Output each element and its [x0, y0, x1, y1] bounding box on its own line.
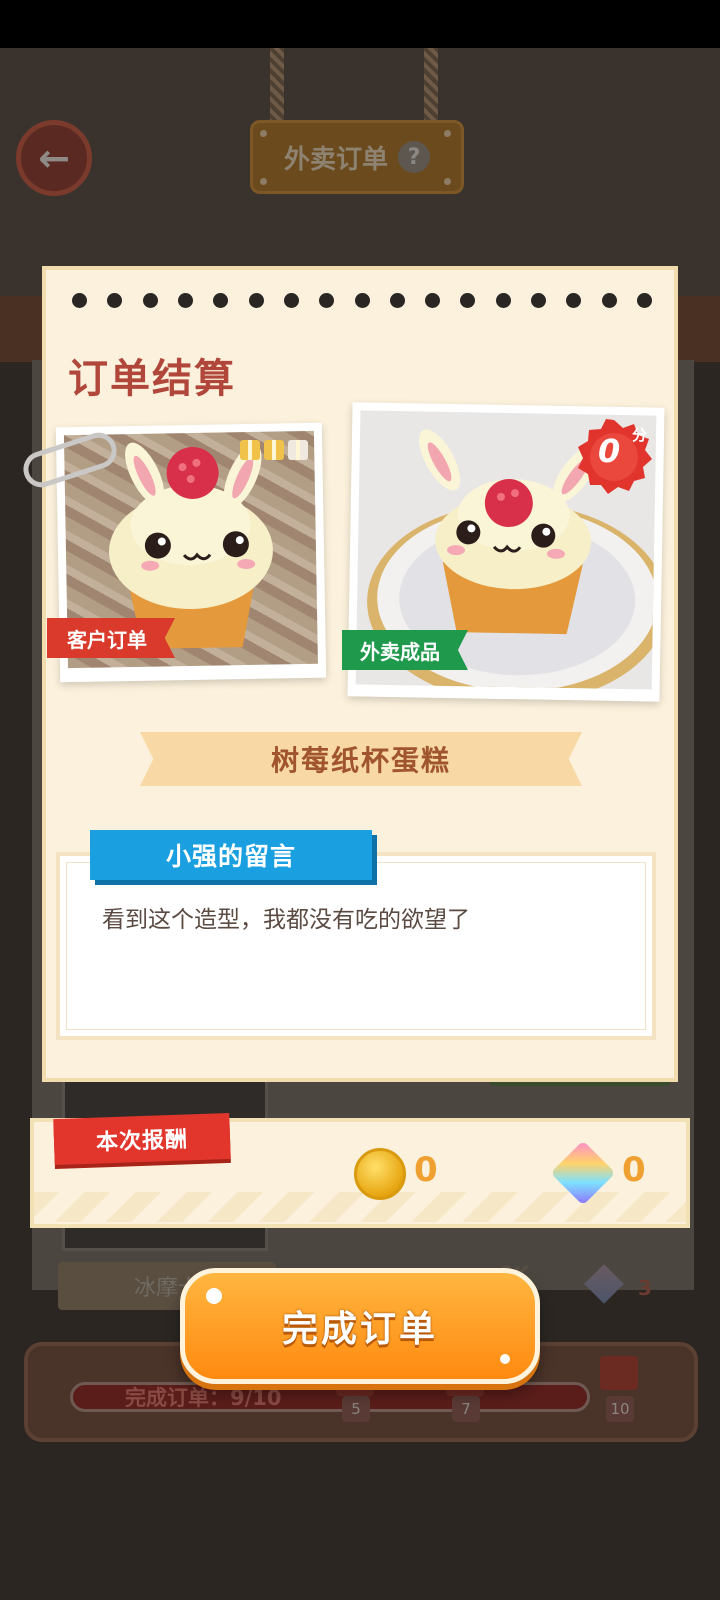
back-arrow-icon: ← — [38, 136, 70, 180]
milestone-gift-icon — [600, 1356, 638, 1390]
gift-icon — [264, 440, 284, 460]
ring-hole — [177, 293, 193, 308]
ring-hole — [354, 293, 370, 308]
message-header: 小强的留言 — [90, 830, 372, 880]
item-name-banner: 树莓纸杯蛋糕 — [140, 732, 582, 786]
reward-label: 本次报酬 — [53, 1112, 231, 1166]
reward-gift-icons — [240, 440, 308, 460]
background-gem-count: 3 — [638, 1276, 652, 1300]
back-button[interactable]: ← — [16, 120, 92, 196]
delivery-product-ribbon: 外卖成品 — [342, 630, 468, 670]
plank-nail — [444, 178, 451, 185]
message-text: 看到这个造型，我都没有吃的欲望了 — [102, 907, 470, 933]
customer-order-ribbon: 客户订单 — [47, 618, 175, 658]
page-title-plank: 外卖订单 ? — [250, 120, 464, 194]
rope-left — [270, 48, 284, 124]
gift-icon — [288, 440, 308, 460]
progress-text: 完成订单：9/10 — [125, 1386, 282, 1410]
ring-hole — [460, 293, 476, 308]
gift-icon — [240, 440, 260, 460]
help-icon[interactable]: ? — [398, 141, 430, 173]
ring-hole — [142, 293, 158, 308]
button-shine — [206, 1288, 222, 1304]
ring-hole — [107, 293, 123, 308]
score-unit: 分 — [632, 426, 648, 444]
gem-reward-value: 0 — [622, 1150, 646, 1190]
ring-hole — [72, 293, 87, 308]
milestone-count: 7 — [452, 1396, 480, 1422]
ring-hole — [389, 293, 405, 308]
rope-right — [424, 48, 438, 124]
coin-icon — [354, 1148, 406, 1200]
status-bar — [0, 0, 720, 48]
dialog-title: 订单结算 — [68, 356, 236, 402]
progress-bar: 完成订单：9/10 — [70, 1382, 590, 1412]
message-box-inner — [66, 862, 646, 1030]
plank-nail — [260, 130, 267, 137]
milestone-count: 5 — [342, 1396, 370, 1422]
complete-order-button[interactable]: 完成订单 — [180, 1268, 540, 1384]
ring-hole — [531, 293, 547, 308]
ring-hole — [425, 293, 441, 308]
plank-nail — [260, 178, 267, 185]
ring-hole — [283, 293, 299, 308]
ring-hole — [495, 293, 511, 308]
plank-nail — [444, 130, 451, 137]
score-value: 0 — [598, 432, 621, 470]
ring-hole — [213, 293, 229, 308]
ring-hole — [566, 293, 582, 308]
page-title: 外卖订单 — [283, 144, 388, 175]
button-shine — [500, 1354, 510, 1364]
ring-hole — [319, 293, 335, 308]
coin-reward-value: 0 — [414, 1150, 438, 1190]
notebook-rings — [72, 293, 652, 309]
ring-hole — [601, 293, 617, 308]
ring-hole — [248, 293, 264, 308]
complete-order-label: 完成订单 — [281, 1309, 438, 1350]
ring-hole — [637, 293, 652, 308]
milestone-count: 10 — [606, 1396, 634, 1422]
